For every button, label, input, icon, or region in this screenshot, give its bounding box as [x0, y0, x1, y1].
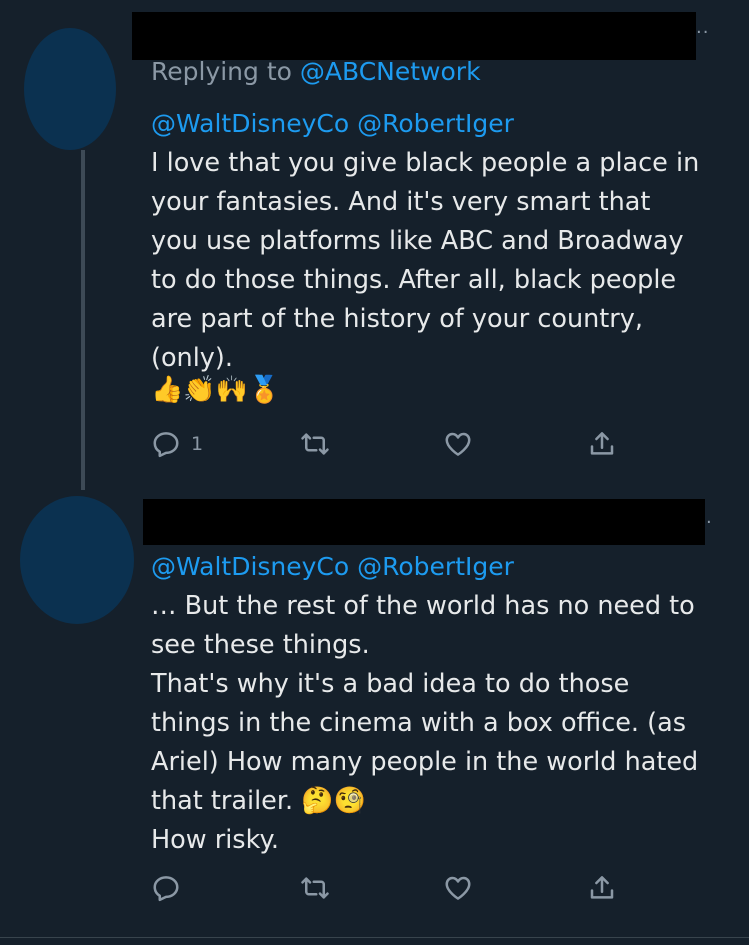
tweet-2[interactable]: · @WaltDisneyCo @RobertIger … But the re… — [0, 486, 749, 945]
redacted-author-name — [143, 499, 705, 545]
clapping-hands-emoji: 👏 — [183, 375, 216, 405]
reply-button[interactable] — [151, 872, 181, 904]
tweet-text-line: Ariel) How many people in the world hate… — [151, 747, 699, 777]
raising-hands-emoji: 🙌 — [215, 375, 249, 405]
tweet-actions — [151, 872, 621, 904]
tweet-text: … But the rest of the world has no need … — [151, 587, 736, 860]
reply-icon — [153, 876, 179, 902]
emoji-row: 👍👏🙌🏅 — [151, 371, 736, 410]
share-button[interactable] — [587, 872, 617, 904]
mention-link-waltdisneyco[interactable]: @WaltDisneyCo — [151, 109, 349, 138]
tweet-1[interactable]: ·· Replying to @ABCNetwork @WaltDisneyCo… — [0, 0, 749, 490]
retweet-button[interactable] — [300, 428, 330, 460]
retweet-icon — [301, 433, 329, 455]
tweet-text-line: … But the rest of the world has no need … — [151, 591, 695, 621]
mention-link-waltdisneyco[interactable]: @WaltDisneyCo — [151, 552, 349, 581]
thumbs-up-emoji: 👍 — [151, 375, 184, 405]
avatar[interactable] — [20, 496, 134, 624]
tweet-text-line: things in the cinema with a box office. … — [151, 708, 686, 738]
reply-icon — [153, 432, 179, 458]
more-options-icon[interactable]: · — [706, 512, 713, 533]
tweet-text: I love that you give black people a plac… — [151, 148, 700, 373]
mentions-line: @WaltDisneyCo @RobertIger — [151, 109, 514, 138]
thread-line — [81, 150, 85, 490]
retweet-icon — [301, 877, 329, 899]
medal-emoji: 🏅 — [248, 375, 281, 405]
heart-icon — [445, 876, 471, 900]
mention-link-robertiger[interactable]: @RobertIger — [357, 109, 514, 138]
mention-link-abcnetwork[interactable]: @ABCNetwork — [300, 57, 481, 86]
like-button[interactable] — [443, 872, 473, 904]
mention-link-robertiger[interactable]: @RobertIger — [357, 552, 514, 581]
share-button[interactable] — [587, 428, 617, 460]
reply-count: 1 — [191, 433, 204, 455]
share-icon — [590, 432, 614, 455]
share-icon — [590, 876, 614, 899]
tweet-text-line: that trailer. — [151, 786, 294, 816]
mentions-line: @WaltDisneyCo @RobertIger — [151, 552, 514, 581]
reply-button[interactable]: 1 — [151, 428, 203, 460]
heart-icon — [445, 432, 471, 456]
thinking-face-emoji: 🤔 — [301, 786, 334, 816]
retweet-button[interactable] — [300, 872, 330, 904]
redacted-author-name — [132, 12, 696, 60]
bottom-divider — [0, 937, 749, 938]
replying-to-line: Replying to @ABCNetwork — [151, 57, 481, 86]
avatar[interactable] — [24, 28, 116, 150]
tweet-text-line: see these things. — [151, 630, 370, 660]
like-button[interactable] — [443, 428, 473, 460]
tweet-text-line: How risky. — [151, 825, 280, 855]
replying-to-label: Replying to — [151, 57, 300, 86]
more-options-icon[interactable]: ·· — [696, 22, 709, 43]
tweet-actions: 1 — [151, 428, 621, 460]
tweet-text-line: That's why it's a bad idea to do those — [151, 669, 630, 699]
tweet-text-line-with-emoji: that trailer. 🤔🧐 — [151, 782, 736, 821]
monocle-face-emoji: 🧐 — [333, 786, 366, 816]
